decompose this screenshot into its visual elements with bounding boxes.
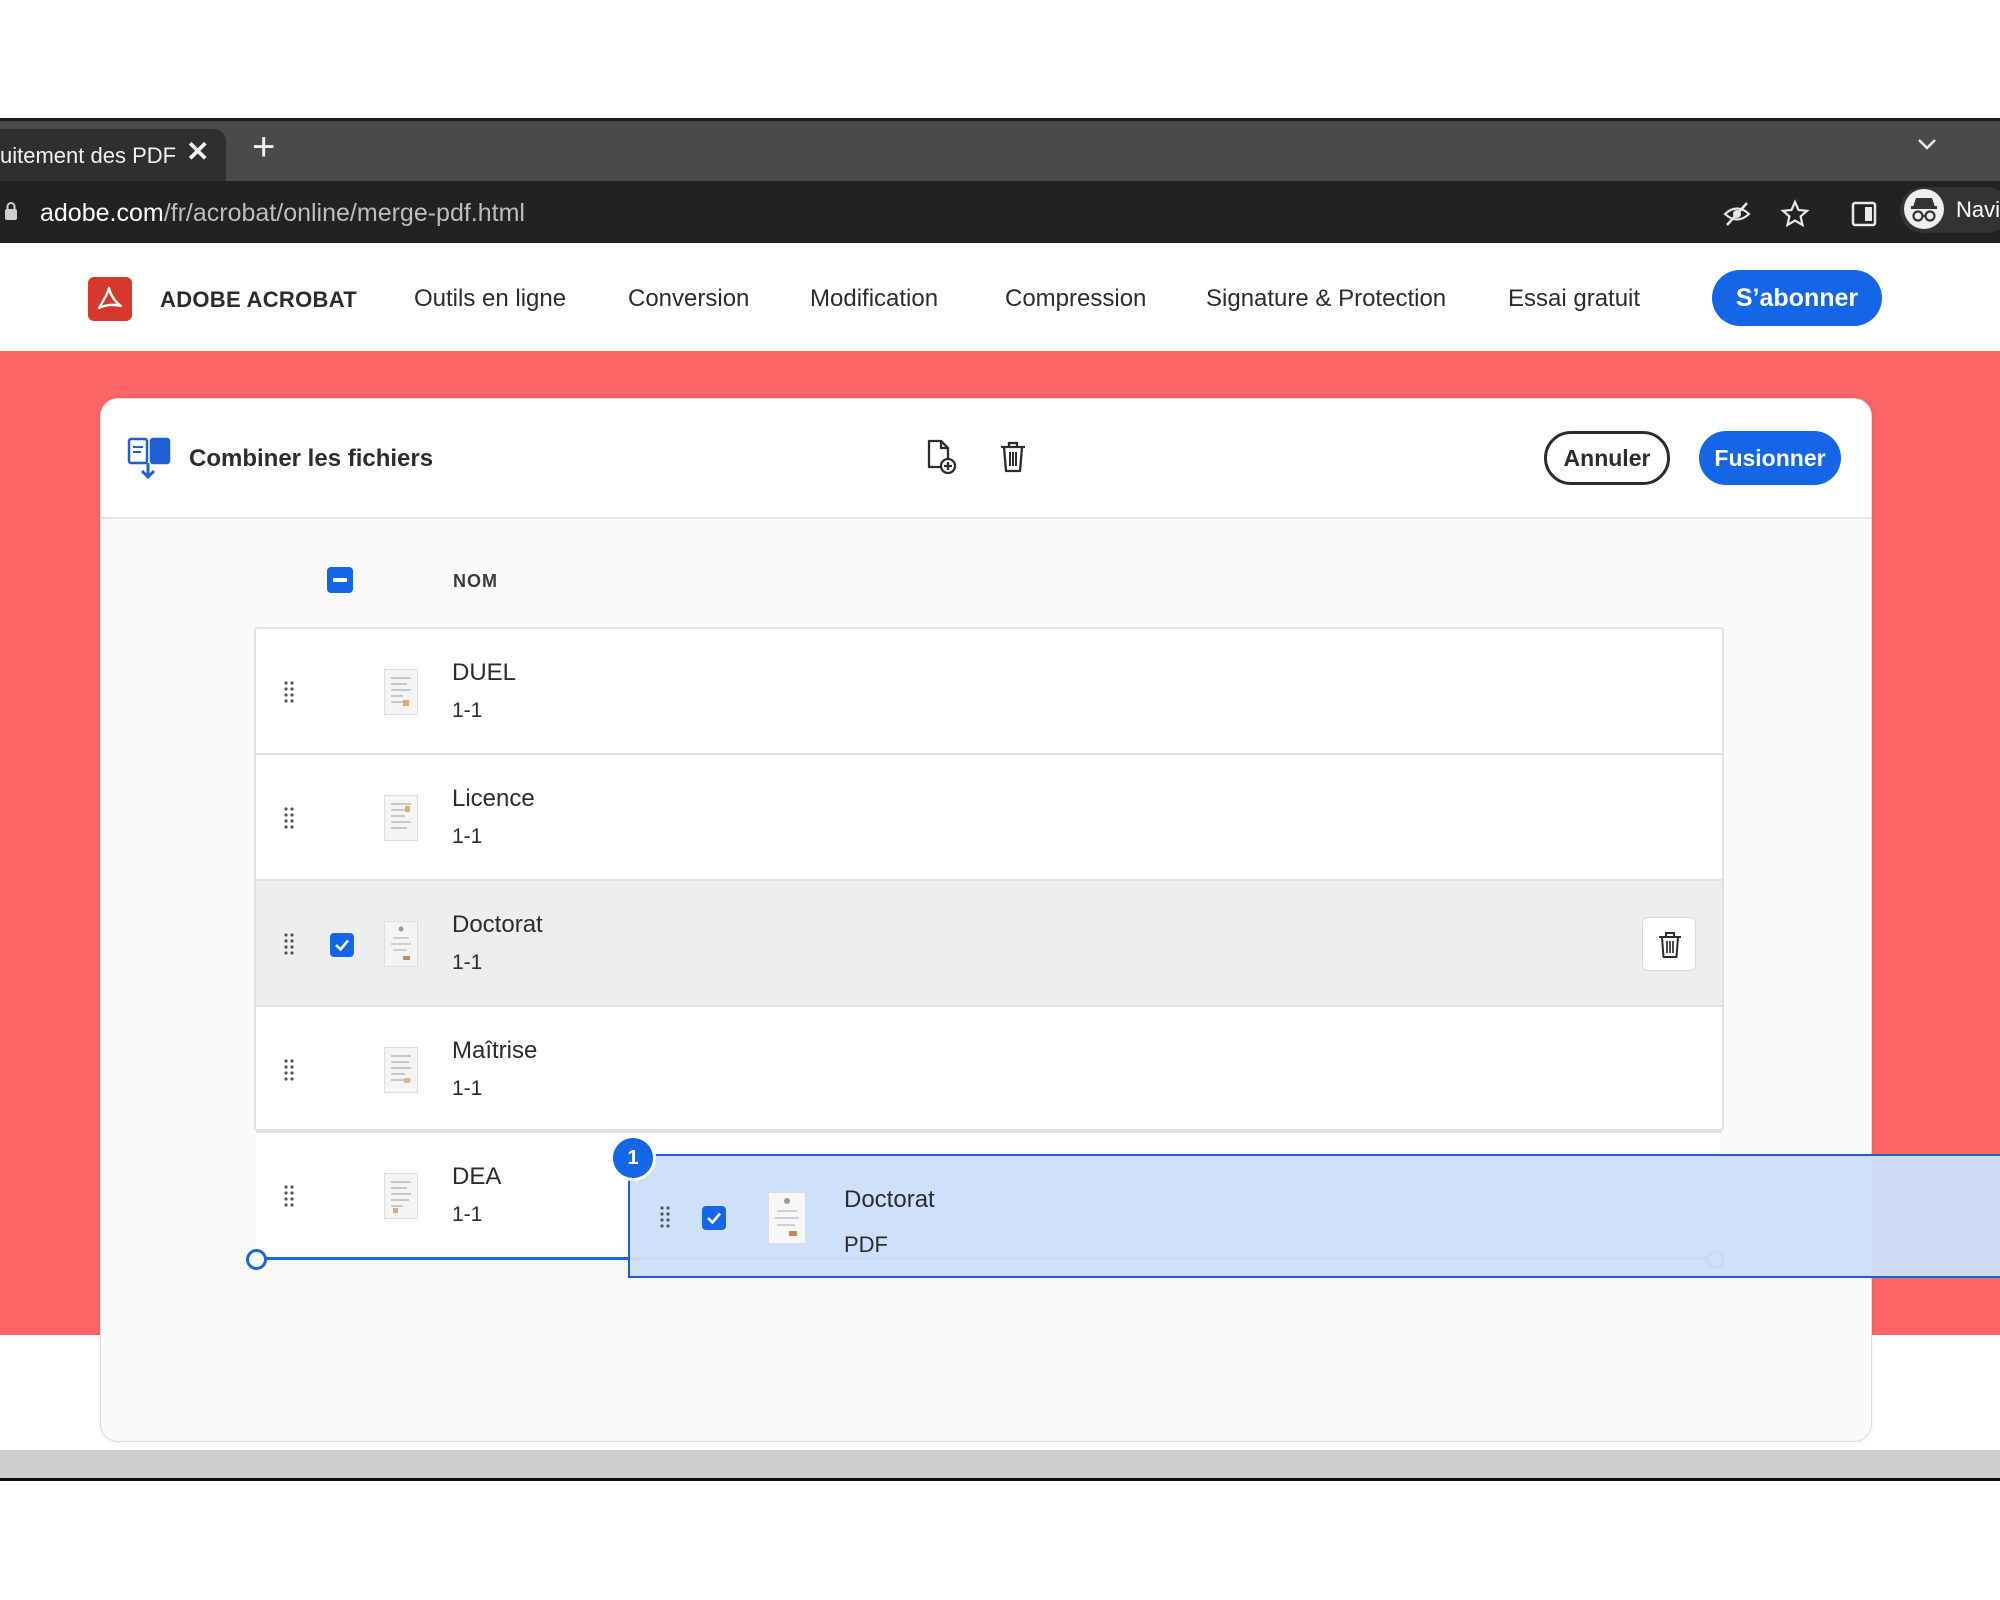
drag-handle-icon[interactable] [284,681,294,703]
nav-signature-protection[interactable]: Signature & Protection [1206,285,1446,313]
select-all-checkbox[interactable] [327,567,353,593]
drag-file-name: Doctorat [844,1186,935,1213]
incognito-icon [1904,189,1944,229]
delete-all-button[interactable] [993,437,1033,477]
tab-search-icon[interactable] [1912,129,1942,159]
panel-title: Combiner les fichiers [189,445,434,472]
file-row[interactable]: Doctorat 1-1 [256,881,1722,1007]
row-checkbox[interactable] [330,933,354,957]
tab-title: uitement des PDF [0,143,177,168]
file-page-range: 1-1 [452,825,483,848]
drag-file-type: PDF [844,1232,888,1257]
file-thumbnail [384,669,418,715]
drag-preview[interactable]: Doctorat PDF [628,1154,2000,1278]
drag-handle-icon[interactable] [284,807,294,829]
address-bar: adobe.com/fr/acrobat/online/merge-pdf.ht… [0,181,2000,246]
drag-checkbox [702,1206,726,1230]
nav-compression[interactable]: Compression [1005,285,1146,313]
merge-button[interactable]: Fusionner [1699,431,1841,485]
row-delete-button[interactable] [1642,917,1696,971]
file-thumbnail [384,795,418,841]
lock-icon[interactable] [4,201,18,221]
checkmark-icon [707,1212,721,1225]
file-page-range: 1-1 [452,1203,483,1226]
file-list: DUEL 1-1 Licence 1-1 Doctorat 1-1 Maîtri… [254,627,1724,1133]
drag-count-badge: 1 [610,1135,656,1181]
column-header-name[interactable]: NOM [453,571,498,592]
page-bottom-strip [0,1450,2000,1478]
nav-conversion[interactable]: Conversion [628,285,749,313]
drag-file-thumbnail [768,1192,806,1244]
url-host: adobe.com [40,199,164,227]
profile-button[interactable]: Navi [1900,187,2000,233]
eye-off-icon[interactable] [1722,199,1752,229]
add-file-button[interactable] [921,437,961,477]
nav-essai-gratuit[interactable]: Essai gratuit [1508,285,1640,313]
file-page-range: 1-1 [452,1077,483,1100]
trash-icon [1001,441,1025,473]
file-name: DEA [452,1163,502,1190]
file-name: Licence [452,785,535,812]
add-file-icon [927,439,957,475]
file-name: Doctorat [452,911,543,938]
acrobat-logo-icon[interactable] [88,277,132,321]
combine-files-icon [127,435,173,481]
drag-handle-icon[interactable] [284,933,294,955]
url-text[interactable]: adobe.com/fr/acrobat/online/merge-pdf.ht… [40,199,525,228]
panel-header: Combiner les fichiers Annuler Fusionner [101,399,1871,519]
file-row[interactable]: DUEL 1-1 [256,629,1722,755]
checkmark-icon [335,939,349,952]
profile-label: Navi [1956,197,2000,222]
browser-tab[interactable]: uitement des PDF ✕ [0,129,226,181]
file-thumbnail [384,1047,418,1093]
tab-strip: uitement des PDF ✕ + [0,121,2000,181]
file-row[interactable]: Licence 1-1 [256,755,1722,881]
tab-close-icon[interactable]: ✕ [186,135,209,168]
site-header: ADOBE ACROBAT Outils en ligne Conversion… [0,243,2000,351]
file-name: DUEL [452,659,517,686]
combine-panel: Combiner les fichiers Annuler Fusionner … [100,398,1872,1442]
screen-bottom-edge [0,1478,2000,1481]
brand-name[interactable]: ADOBE ACROBAT [160,287,357,313]
drag-handle-icon[interactable] [284,1185,294,1207]
file-name: Maîtrise [452,1037,538,1064]
url-path: /fr/acrobat/online/merge-pdf.html [163,199,525,227]
new-tab-icon[interactable]: + [252,125,275,170]
file-page-range: 1-1 [452,951,483,974]
trash-icon [1659,932,1681,958]
reading-list-icon[interactable] [1850,199,1880,229]
drag-handle-icon [660,1206,670,1228]
star-icon[interactable] [1780,199,1810,229]
file-thumbnail [384,921,418,967]
file-row[interactable]: Maîtrise 1-1 [256,1007,1722,1133]
file-page-range: 1-1 [452,699,483,722]
drop-indicator-start [246,1249,267,1270]
cancel-button[interactable]: Annuler [1544,431,1670,485]
subscribe-button[interactable]: S’abonner [1712,270,1882,326]
file-thumbnail [384,1173,418,1219]
nav-modification[interactable]: Modification [810,285,938,313]
drag-handle-icon[interactable] [284,1059,294,1081]
nav-outils-en-ligne[interactable]: Outils en ligne [414,285,566,313]
browser-chrome: uitement des PDF ✕ + adobe.com/fr/acroba… [0,118,2000,246]
url-field[interactable]: adobe.com/fr/acrobat/online/merge-pdf.ht… [0,185,1820,239]
